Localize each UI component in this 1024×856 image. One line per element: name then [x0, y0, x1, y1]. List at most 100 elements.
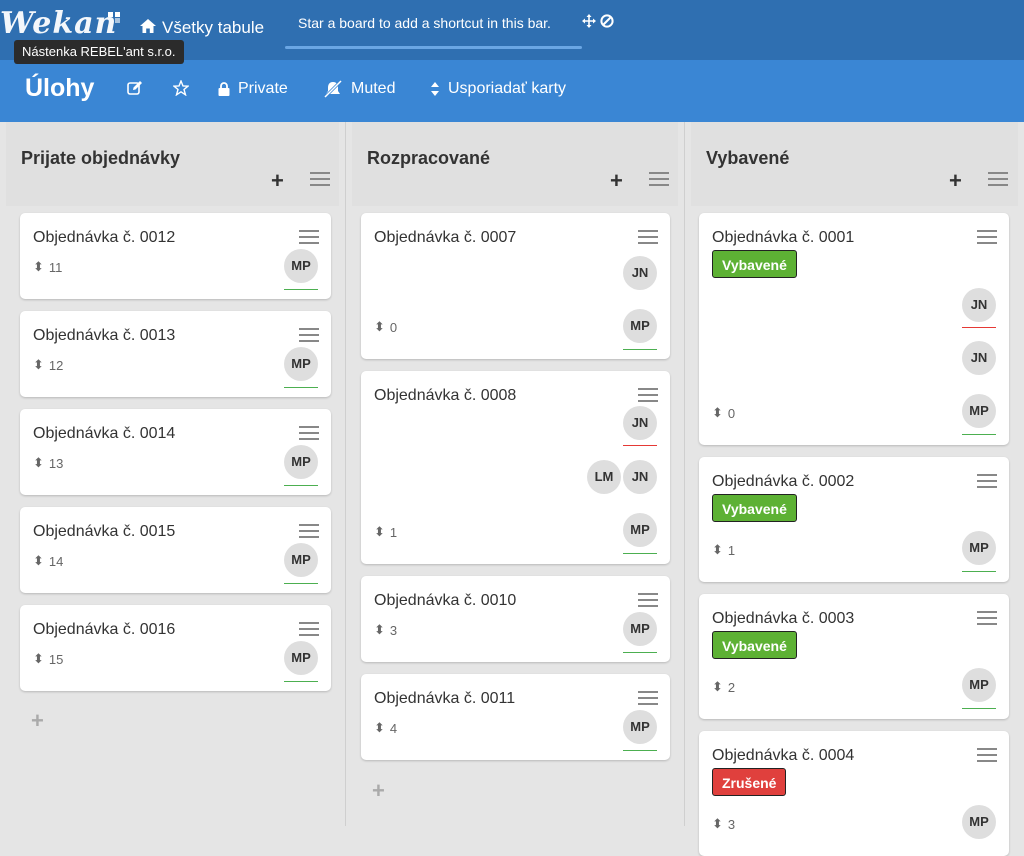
- avatar[interactable]: JN: [962, 288, 996, 322]
- all-boards-link[interactable]: Všetky tabule: [140, 14, 264, 42]
- list-add-card-icon[interactable]: +: [949, 170, 962, 192]
- ban-icon[interactable]: [600, 14, 614, 31]
- sort-icon: [430, 81, 440, 97]
- avatar[interactable]: MP: [284, 543, 318, 577]
- card-sort-index: 14: [48, 553, 64, 569]
- hint-icons: [582, 14, 614, 31]
- muted-bell-icon: [323, 80, 343, 98]
- label-vybavene[interactable]: Vybavené: [712, 494, 797, 522]
- label-zrusene[interactable]: Zrušené: [712, 768, 787, 796]
- card-title: Objednávka č. 0013: [33, 327, 176, 344]
- avatar[interactable]: JN: [623, 256, 657, 290]
- avatar[interactable]: MP: [623, 612, 657, 646]
- avatar[interactable]: LM: [587, 460, 621, 494]
- avatar[interactable]: MP: [623, 710, 657, 744]
- card-title: Objednávka č. 0015: [33, 523, 176, 540]
- card-menu-icon[interactable]: [977, 230, 997, 248]
- avatar-underline: [284, 387, 318, 388]
- avatar-underline: [284, 289, 318, 290]
- card-menu-icon[interactable]: [299, 622, 319, 640]
- card[interactable]: Objednávka č. 0007 JN ⬍ 0 MP: [361, 213, 670, 359]
- avatar[interactable]: MP: [962, 805, 996, 839]
- list-title[interactable]: Vybavené: [706, 148, 789, 169]
- logo-dots-icon: [108, 12, 122, 23]
- visibility-label: Private: [238, 80, 288, 97]
- avatar[interactable]: MP: [284, 347, 318, 381]
- card[interactable]: Objednávka č. 0002 Vybavené ⬍ 1 MP: [699, 457, 1009, 582]
- card-menu-icon[interactable]: [977, 611, 997, 629]
- card-sort-index: 1: [389, 524, 398, 540]
- card-sort: ⬍ 3: [712, 816, 735, 832]
- card-menu-icon[interactable]: [299, 524, 319, 542]
- avatar-underline: [962, 434, 996, 435]
- list-menu-icon[interactable]: [310, 172, 330, 190]
- list-add-card-icon[interactable]: +: [271, 170, 284, 192]
- sort-icon: ⬍: [374, 319, 385, 334]
- avatar[interactable]: MP: [962, 394, 996, 428]
- card[interactable]: Objednávka č. 0012 ⬍ 11 MP: [20, 213, 331, 299]
- add-card-button[interactable]: +: [372, 778, 385, 804]
- avatar[interactable]: MP: [284, 641, 318, 675]
- avatar[interactable]: JN: [623, 406, 657, 440]
- card-sort: ⬍ 13: [33, 455, 63, 471]
- card[interactable]: Objednávka č. 0003 Vybavené ⬍ 2 MP: [699, 594, 1009, 719]
- avatar[interactable]: MP: [962, 668, 996, 702]
- avatar[interactable]: JN: [962, 341, 996, 375]
- card[interactable]: Objednávka č. 0010 ⬍ 3 MP: [361, 576, 670, 662]
- all-boards-label: Všetky tabule: [162, 18, 265, 37]
- card-menu-icon[interactable]: [638, 388, 658, 406]
- card-sort-index: 3: [727, 816, 736, 832]
- card[interactable]: Objednávka č. 0014 ⬍ 13 MP: [20, 409, 331, 495]
- avatar[interactable]: MP: [623, 513, 657, 547]
- list-title[interactable]: Prijate objednávky: [21, 148, 180, 169]
- card-menu-icon[interactable]: [299, 328, 319, 346]
- avatar[interactable]: MP: [284, 445, 318, 479]
- card[interactable]: Objednávka č. 0004 Zrušené ⬍ 3 MP: [699, 731, 1009, 856]
- card-menu-icon[interactable]: [299, 230, 319, 248]
- edit-board-button[interactable]: [127, 80, 143, 96]
- card[interactable]: Objednávka č. 0013 ⬍ 12 MP: [20, 311, 331, 397]
- card-menu-icon[interactable]: [638, 691, 658, 709]
- watch-button[interactable]: Muted: [323, 80, 395, 98]
- list-title[interactable]: Rozpracované: [367, 148, 490, 169]
- card-title: Objednávka č. 0003: [712, 610, 855, 627]
- card[interactable]: Objednávka č. 0016 ⬍ 15 MP: [20, 605, 331, 691]
- edit-icon: [127, 80, 143, 96]
- card-sort: ⬍ 11: [33, 259, 62, 275]
- avatar-underline: [962, 708, 996, 709]
- sort-cards-label: Usporiadať karty: [448, 80, 567, 97]
- card-title: Objednávka č. 0008: [374, 387, 517, 404]
- card-menu-icon[interactable]: [977, 748, 997, 766]
- card-menu-icon[interactable]: [638, 593, 658, 611]
- card[interactable]: Objednávka č. 0015 ⬍ 14 MP: [20, 507, 331, 593]
- list-menu-icon[interactable]: [649, 172, 669, 190]
- avatar[interactable]: MP: [623, 309, 657, 343]
- label-vybavene[interactable]: Vybavené: [712, 250, 797, 278]
- move-icon[interactable]: [582, 14, 596, 31]
- add-card-button[interactable]: +: [31, 708, 44, 734]
- avatar[interactable]: MP: [284, 249, 318, 283]
- card-sort: ⬍ 4: [374, 720, 397, 736]
- card-sort-index: 3: [389, 622, 398, 638]
- list-add-card-icon[interactable]: +: [610, 170, 623, 192]
- star-icon: [173, 80, 189, 96]
- card-menu-icon[interactable]: [638, 230, 658, 248]
- sort-icon: ⬍: [712, 816, 723, 831]
- list-menu-icon[interactable]: [988, 172, 1008, 190]
- card-sort: ⬍ 1: [712, 542, 735, 558]
- label-vybavene[interactable]: Vybavené: [712, 631, 797, 659]
- card-menu-icon[interactable]: [977, 474, 997, 492]
- shortcut-bar-underline: [285, 46, 582, 49]
- star-board-button[interactable]: [173, 80, 189, 96]
- sort-cards-button[interactable]: Usporiadať karty: [430, 80, 566, 98]
- card-menu-icon[interactable]: [299, 426, 319, 444]
- card[interactable]: Objednávka č. 0008 JN LM JN ⬍ 1 MP: [361, 371, 670, 564]
- avatar[interactable]: JN: [623, 460, 657, 494]
- board-title[interactable]: Úlohy: [25, 74, 94, 103]
- card[interactable]: Objednávka č. 0001 Vybavené JN JN ⬍ 0 MP: [699, 213, 1009, 445]
- avatar-underline: [623, 750, 657, 751]
- card[interactable]: Objednávka č. 0011 ⬍ 4 MP: [361, 674, 670, 760]
- card-title: Objednávka č. 0001: [712, 229, 855, 246]
- avatar[interactable]: MP: [962, 531, 996, 565]
- visibility-button[interactable]: Private: [218, 80, 288, 98]
